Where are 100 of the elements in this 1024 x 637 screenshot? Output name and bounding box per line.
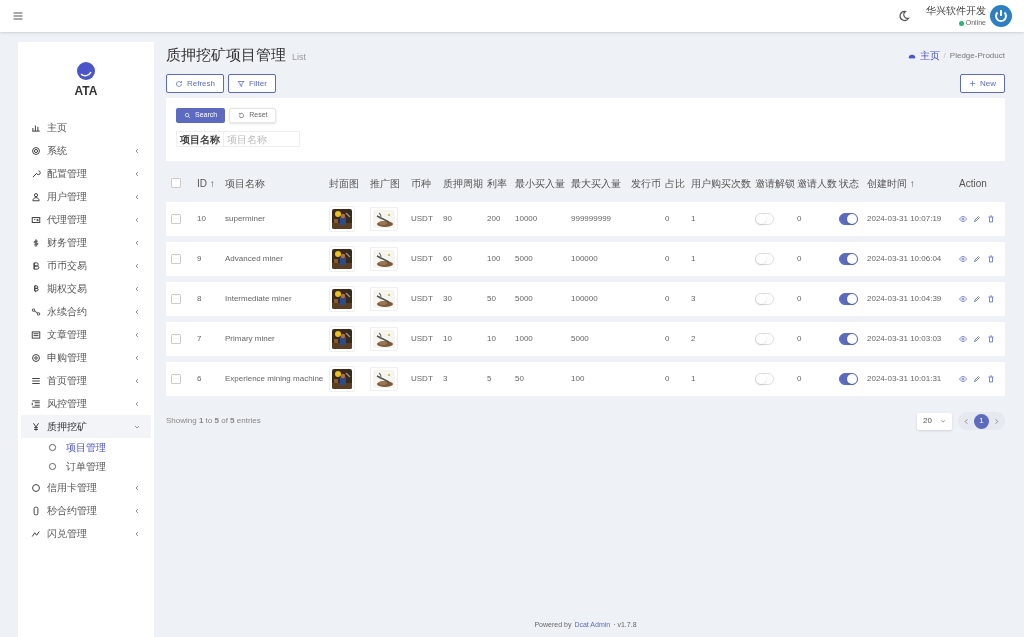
- toggle-switch[interactable]: [839, 213, 858, 225]
- table-row[interactable]: 6 Experience mining machine USDT 3 5 50 100 0 1 0 2024-03-31 10:01:31: [166, 362, 1005, 396]
- table-cell: USDT: [411, 373, 433, 385]
- toggle-switch[interactable]: [839, 253, 858, 265]
- table-row[interactable]: 10 superminer USDT 90 200 10000 999999999 0 1 0 2024-03-31 10:07:19: [166, 202, 1005, 236]
- brand-name: ATA: [74, 83, 98, 100]
- toggle-switch[interactable]: [839, 373, 858, 385]
- toggle-switch[interactable]: [839, 293, 858, 305]
- table-cell: 0: [665, 373, 670, 385]
- table-row[interactable]: 7 Primary miner USDT 10 10 1000 5000 0 2 0 2024-03-31 10:03:03: [166, 322, 1005, 356]
- table-cell: 5: [487, 373, 492, 385]
- checkbox[interactable]: [171, 214, 181, 224]
- table-cell: 0: [665, 253, 670, 265]
- sidebar-item[interactable]: 永续合约: [21, 300, 151, 323]
- sidebar-item[interactable]: 币币交易: [21, 254, 151, 277]
- eye-icon[interactable]: [959, 375, 967, 383]
- menu-icon[interactable]: [12, 10, 24, 22]
- table-cell: 90: [443, 213, 452, 225]
- table-cell: 2024-03-31 10:03:03: [867, 333, 942, 345]
- gear-icon: [31, 145, 41, 156]
- chevron-right-icon[interactable]: [993, 417, 1000, 425]
- pencil-icon[interactable]: [973, 255, 981, 263]
- table-cell: 2024-03-31 10:06:04: [867, 253, 942, 265]
- trash-icon[interactable]: [987, 295, 995, 303]
- sidebar-item[interactable]: 风控管理: [21, 392, 151, 415]
- sidebar-subitem[interactable]: 订单管理: [18, 457, 154, 476]
- table-cell: 1: [691, 373, 696, 385]
- table-cell: 50: [487, 293, 496, 305]
- new-button[interactable]: New: [960, 74, 1005, 93]
- table-cell: Advanced miner: [225, 253, 283, 265]
- table-cell: 0: [797, 253, 802, 265]
- table-cell: Experience mining machine: [225, 373, 324, 385]
- filter-icon: [237, 79, 245, 88]
- name-filter-field[interactable]: 项目名称: [224, 131, 300, 147]
- trash-icon[interactable]: [987, 255, 995, 263]
- checkbox[interactable]: [171, 178, 181, 188]
- user-name: 华兴软件开发: [926, 4, 986, 19]
- dollar-icon: [31, 237, 41, 248]
- checkbox[interactable]: [171, 374, 181, 384]
- sidebar-item[interactable]: 秒合约管理: [21, 499, 151, 522]
- sidebar-item[interactable]: 用户管理: [21, 185, 151, 208]
- sidebar-item[interactable]: 申购管理: [21, 346, 151, 369]
- refresh-button[interactable]: Refresh: [166, 74, 224, 93]
- table-cell: 200: [487, 213, 501, 225]
- trash-icon[interactable]: [987, 335, 995, 343]
- eye-icon[interactable]: [959, 335, 967, 343]
- page-button[interactable]: 1: [974, 413, 989, 429]
- eye-icon[interactable]: [959, 215, 967, 223]
- sidebar-item[interactable]: 信用卡管理: [21, 476, 151, 499]
- toggle-switch[interactable]: [839, 333, 858, 345]
- breadcrumb-current[interactable]: Pledge-Product: [949, 49, 1005, 62]
- sidebar-item[interactable]: 首页管理: [21, 369, 151, 392]
- eye-icon[interactable]: [959, 295, 967, 303]
- sidebar-item[interactable]: 闪兑管理: [21, 522, 151, 545]
- sidebar-item[interactable]: 财务管理: [21, 231, 151, 254]
- pencil-icon[interactable]: [973, 335, 981, 343]
- sidebar-item[interactable]: 期权交易: [21, 277, 151, 300]
- table-cell: 1: [691, 213, 696, 225]
- sidebar-item[interactable]: 系统: [21, 139, 151, 162]
- checkbox[interactable]: [171, 254, 181, 264]
- field-label: 项目名称: [176, 131, 224, 147]
- table-cell: 50: [515, 373, 524, 385]
- refresh-icon: [175, 79, 183, 88]
- table-cell: superminer: [225, 213, 265, 225]
- table-cell: 5000: [515, 253, 533, 265]
- sidebar-item[interactable]: 质押挖矿: [21, 415, 151, 438]
- entries-summary: Showing 1 to 5 of 5 entries: [166, 415, 261, 427]
- breadcrumb-link[interactable]: 主页: [919, 48, 940, 63]
- chevron-left-icon[interactable]: [963, 417, 970, 425]
- table-cell: 10: [487, 333, 496, 345]
- avatar-icon[interactable]: [990, 5, 1012, 27]
- filter-button[interactable]: Filter: [228, 74, 276, 93]
- column-header: 推广图: [370, 176, 400, 191]
- trash-icon[interactable]: [987, 375, 995, 383]
- checkbox[interactable]: [171, 334, 181, 344]
- link-icon: [31, 306, 41, 317]
- table-cell: 100: [571, 373, 585, 385]
- table-cell: 5000: [515, 293, 533, 305]
- checkbox[interactable]: [171, 294, 181, 304]
- table-cell: 2: [691, 333, 696, 345]
- sidebar-subitem[interactable]: 项目管理: [18, 438, 154, 457]
- table-cell: 0: [665, 333, 670, 345]
- sidebar-item[interactable]: 文章管理: [21, 323, 151, 346]
- sidebar-item[interactable]: 配置管理: [21, 162, 151, 185]
- trash-icon[interactable]: [987, 215, 995, 223]
- moon-icon[interactable]: [898, 10, 910, 22]
- table-cell: 2024-03-31 10:04:39: [867, 293, 942, 305]
- circle-icon: [31, 482, 41, 493]
- pencil-icon[interactable]: [973, 295, 981, 303]
- sidebar-item[interactable]: 代理管理: [21, 208, 151, 231]
- table-row[interactable]: 8 Intermediate miner USDT 30 50 5000 100000 0 3 0 2024-03-31 10:04:39: [166, 282, 1005, 316]
- sidebar-item[interactable]: 主页: [21, 116, 151, 139]
- table-cell: 0: [665, 293, 670, 305]
- eye-icon[interactable]: [959, 255, 967, 263]
- dashboard-icon: [907, 51, 916, 60]
- column-header: 最大买入量: [571, 176, 621, 191]
- per-page-select[interactable]: 20: [917, 412, 952, 430]
- pencil-icon[interactable]: [973, 375, 981, 383]
- pencil-icon[interactable]: [973, 215, 981, 223]
- table-row[interactable]: 9 Advanced miner USDT 60 100 5000 100000 0 1 0 2024-03-31 10:06:04: [166, 242, 1005, 276]
